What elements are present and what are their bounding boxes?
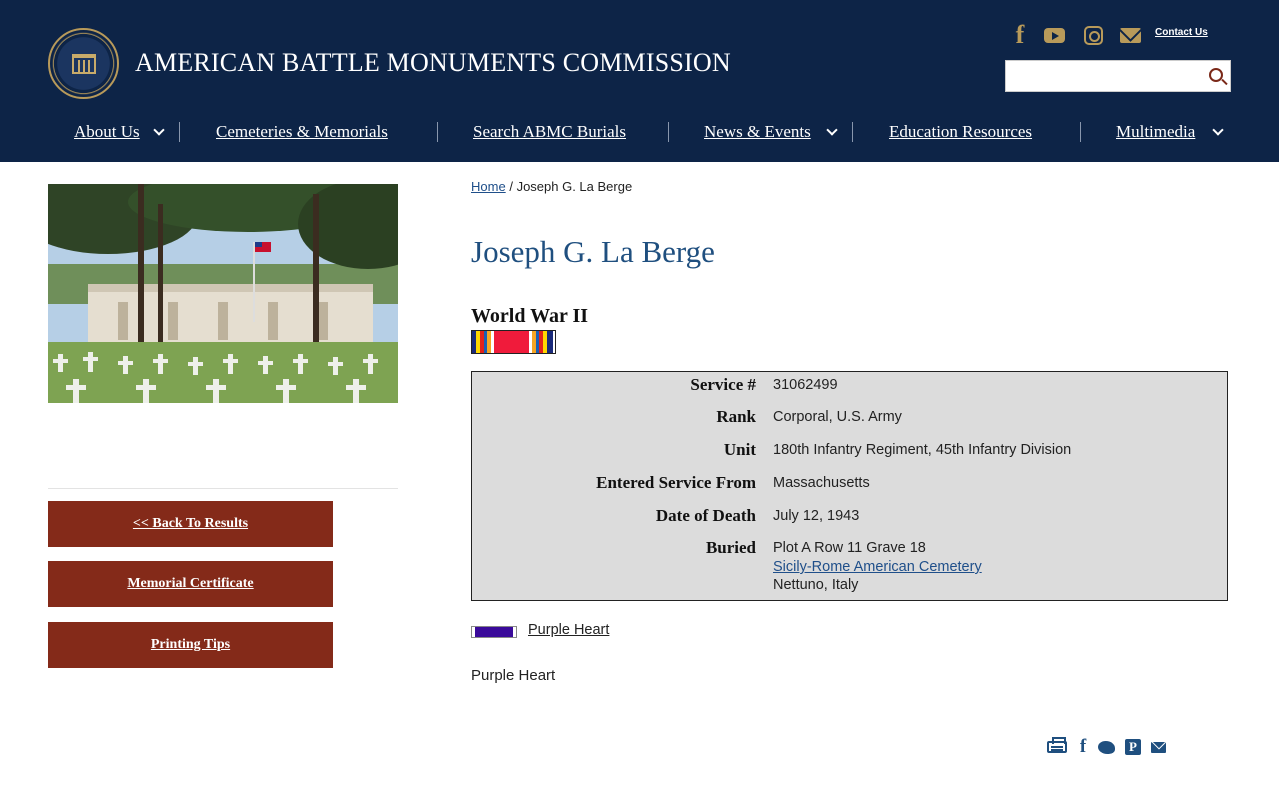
rank-label: Rank xyxy=(716,407,756,426)
unit-label: Unit xyxy=(723,440,756,459)
nav-about-us[interactable]: About Us xyxy=(74,122,140,142)
buried-label: Buried xyxy=(705,538,756,557)
contact-us-link[interactable]: Contact Us xyxy=(1155,27,1208,38)
email-share-icon[interactable] xyxy=(1150,738,1166,756)
nav-cemeteries-memorials[interactable]: Cemeteries & Memorials xyxy=(216,122,388,142)
instagram-icon[interactable] xyxy=(1082,22,1104,48)
nav-divider xyxy=(179,122,180,142)
page-title: Joseph G. La Berge xyxy=(471,234,715,269)
pinterest-share-icon[interactable]: P xyxy=(1125,738,1141,756)
service-number-label: Service # xyxy=(690,375,756,394)
site-title[interactable]: AMERICAN BATTLE MONUMENTS COMMISSION xyxy=(135,48,731,78)
abmc-seal-logo[interactable] xyxy=(48,28,119,99)
breadcrumb-home-link[interactable]: Home xyxy=(471,179,506,194)
printing-tips-button[interactable]: Printing Tips xyxy=(48,622,333,668)
memorial-certificate-button[interactable]: Memorial Certificate xyxy=(48,561,333,607)
date-of-death-value: July 12, 1943 xyxy=(773,508,860,524)
entered-service-label: Entered Service From xyxy=(596,473,756,492)
service-record-table: Service # 31062499 Rank Corporal, U.S. A… xyxy=(471,371,1228,601)
cemetery-link-wrap: Sicily-Rome American Cemetery xyxy=(773,559,982,575)
service-number-value: 31062499 xyxy=(773,377,838,393)
cemetery-photo xyxy=(48,184,398,403)
seal-monument-icon xyxy=(72,54,96,74)
nav-divider xyxy=(437,122,438,142)
purple-heart-link[interactable]: Purple Heart xyxy=(528,622,609,638)
war-label: World War II xyxy=(471,305,589,327)
nav-divider xyxy=(1080,122,1081,142)
nav-news-events[interactable]: News & Events xyxy=(704,122,811,142)
nav-divider xyxy=(852,122,853,142)
facebook-icon[interactable]: f xyxy=(1010,20,1030,49)
purple-heart-ribbon-icon xyxy=(471,626,517,638)
rank-value: Corporal, U.S. Army xyxy=(773,409,902,425)
back-to-results-button[interactable]: << Back To Results xyxy=(48,501,333,547)
cemetery-link[interactable]: Sicily-Rome American Cemetery xyxy=(773,559,982,575)
print-icon[interactable] xyxy=(1046,737,1068,756)
entered-service-value: Massachusetts xyxy=(773,475,870,491)
facebook-share-icon[interactable]: f xyxy=(1077,736,1089,757)
email-icon[interactable] xyxy=(1119,22,1141,48)
cemetery-location-value: Nettuno, Italy xyxy=(773,577,859,593)
nav-multimedia[interactable]: Multimedia xyxy=(1116,122,1195,142)
nav-divider xyxy=(668,122,669,142)
chevron-down-icon[interactable] xyxy=(826,124,838,136)
breadcrumb-current: Joseph G. La Berge xyxy=(516,179,633,194)
chevron-down-icon[interactable] xyxy=(153,124,165,136)
site-header: AMERICAN BATTLE MONUMENTS COMMISSION f C… xyxy=(0,0,1279,162)
unit-value: 180th Infantry Regiment, 45th Infantry D… xyxy=(773,442,1072,458)
wwii-victory-ribbon-icon xyxy=(471,330,556,354)
search-input[interactable] xyxy=(1006,61,1201,91)
youtube-icon[interactable] xyxy=(1043,22,1065,48)
search-icon[interactable] xyxy=(1209,68,1223,82)
breadcrumb: Home / Joseph G. La Berge xyxy=(471,179,632,194)
nav-search-burials[interactable]: Search ABMC Burials xyxy=(473,122,626,142)
chevron-down-icon[interactable] xyxy=(1212,124,1224,136)
search-box xyxy=(1005,60,1231,92)
sidebar-divider xyxy=(48,488,398,489)
date-of-death-label: Date of Death xyxy=(655,506,756,525)
breadcrumb-separator: / xyxy=(509,179,513,194)
nav-education-resources[interactable]: Education Resources xyxy=(889,122,1032,142)
main-nav: About Us Cemeteries & Memorials Search A… xyxy=(0,116,1279,150)
burial-plot-value: Plot A Row 11 Grave 18 xyxy=(773,540,926,556)
award-description: Purple Heart xyxy=(471,667,556,684)
twitter-share-icon[interactable] xyxy=(1097,738,1115,756)
